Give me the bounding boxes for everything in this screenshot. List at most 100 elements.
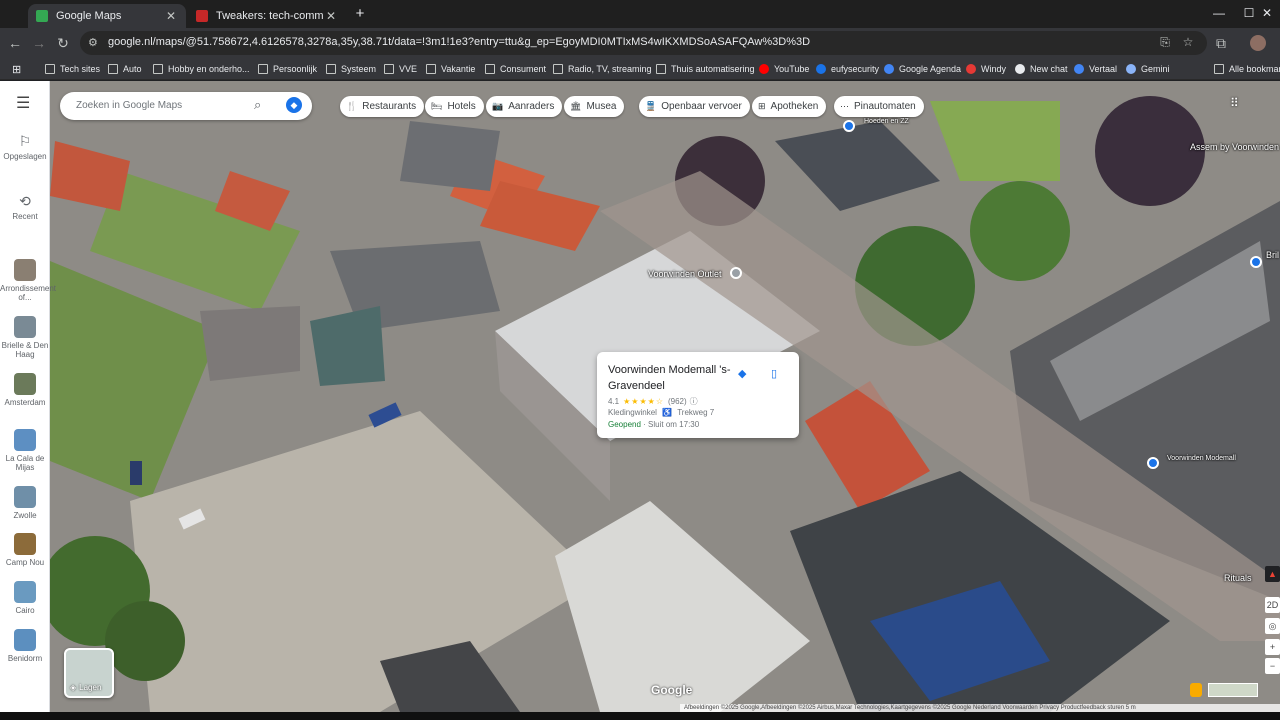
map-label-hoeden[interactable]: Hoeden en ZZ [864,118,909,125]
place-pin-icon[interactable] [843,120,855,132]
info-icon[interactable]: ⓘ [690,396,698,407]
rail-recent[interactable]: ⟲ Recent [0,193,50,221]
bookmark-vertaal[interactable]: Vertaal [1074,61,1117,77]
google-apps-icon[interactable]: ⠿ [1230,96,1244,110]
bookmark-folder[interactable]: Tech sites [45,61,100,77]
chip-hotels[interactable]: 🛏 Hotels [425,96,484,117]
bookmark-windy[interactable]: Windy [966,61,1006,77]
apps-grid-icon[interactable]: ⊞ [12,61,21,77]
chip-openbaar-vervoer[interactable]: 🚆 Openbaar vervoer [639,96,750,117]
recent-place-label: Zwolle [13,511,37,520]
recent-place[interactable]: Benidorm [0,629,50,663]
bookmark-label: Thuis automatisering [671,64,755,74]
directions-icon[interactable]: ◆ [738,367,750,380]
site-info-icon[interactable]: ⚙ [88,36,102,50]
chip-label: Restaurants [362,101,417,112]
bookmark-folder[interactable]: Hobby en onderho... [153,61,250,77]
place-thumbnail [14,533,36,555]
bookmark-all[interactable]: Alle bookmarks [1214,61,1280,77]
bookmark-folder[interactable]: VVE [384,61,417,77]
map-label-voorwinden[interactable]: Voorwinden Modemall [1167,455,1236,462]
chip-label: Apotheken [770,101,819,112]
close-tab-icon[interactable]: ✕ [324,9,338,23]
bookmark-folder[interactable]: Auto [108,61,142,77]
bookmark-folder[interactable]: Consument [485,61,546,77]
bookmark-youtube[interactable]: YouTube [759,61,809,77]
bookmark-label: Tech sites [60,64,101,74]
bookmark-eufysecurity[interactable]: eufysecurity [816,61,879,77]
reload-button[interactable]: ↻ [54,34,72,52]
profile-avatar[interactable] [1250,35,1266,51]
recent-place[interactable]: Cairo [0,581,50,615]
recent-place[interactable]: Brielle & Den Haag [0,316,50,359]
new-tab-button[interactable]: + [352,6,368,22]
place-info-card[interactable]: Voorwinden Modemall 's-Gravendeel ◆ ▯ 4.… [597,352,799,438]
tab-google-maps[interactable]: Google Maps ✕ [28,4,186,28]
tab-title: Google Maps [56,10,122,22]
bookmark-folder[interactable]: Thuis automatisering [656,61,755,77]
layers-button[interactable]: ◈ Lagen [64,648,114,698]
recent-place[interactable]: Amsterdam [0,373,50,407]
pegman-icon[interactable] [1190,683,1202,697]
map-label-bril[interactable]: Bril [1266,250,1279,260]
map-label-rituals[interactable]: Rituals [1224,573,1252,583]
chip-musea[interactable]: 🏛 Musea [564,96,625,117]
extensions-icon[interactable]: ⧉ [1212,34,1230,52]
bookmark-new-chat[interactable]: New chat [1015,61,1068,77]
my-location-icon[interactable]: ◎ [1265,618,1280,634]
folder-icon [553,64,563,74]
search-input[interactable]: Zoeken in Google Maps [76,100,182,111]
map-type-thumbnails[interactable] [1208,683,1258,697]
back-button[interactable]: ← [6,34,24,52]
place-thumbnail [14,629,36,651]
menu-icon[interactable]: ☰ [16,96,34,112]
close-tab-icon[interactable]: ✕ [164,9,178,23]
layers-icon: ◈ [70,683,77,692]
zoom-in-button[interactable]: + [1265,639,1280,655]
save-place-icon[interactable]: ▯ [771,367,783,380]
forward-button[interactable]: → [30,34,48,52]
chip-restaurants[interactable]: 🍴 Restaurants [340,96,425,117]
address-bar[interactable]: ⚙ google.nl/maps/@51.758672,4.6126578,32… [80,31,1207,55]
recent-place[interactable]: La Cala de Mijas [0,429,50,472]
bookmark-folder[interactable]: Systeem [326,61,376,77]
map-label-outlet[interactable]: Voorwinden Outlet [648,269,722,279]
search-icon[interactable]: ⌕ [254,97,270,113]
view-2d-button[interactable]: 2D [1265,597,1280,613]
compass-icon[interactable]: ▲ [1265,566,1280,582]
directions-icon[interactable]: ◆ [286,97,302,113]
bookmark-google-agenda[interactable]: Google Agenda [884,61,961,77]
bookmark-folder[interactable]: Vakantie [426,61,475,77]
zoom-out-button[interactable]: − [1265,658,1280,674]
google-logo: Google [651,683,693,697]
maps-search-box[interactable]: Zoeken in Google Maps ⌕ ◆ [60,92,312,120]
place-pin-icon[interactable] [1250,256,1262,268]
layers-text: Lagen [79,683,102,692]
museum-icon: 🏛 [570,101,582,111]
chip-apotheken[interactable]: ⊞ Apotheken [752,96,827,117]
bookmark-label: VVE [399,64,418,74]
recent-place-label: Arrondissement of... [0,284,57,302]
bookmark-folder[interactable]: Persoonlijk [258,61,317,77]
tab-tweakers[interactable]: Tweakers: tech-community, nie ✕ [188,4,346,28]
recent-place[interactable]: Zwolle [0,486,50,520]
install-app-icon[interactable]: ⎘ [1157,35,1173,50]
recent-place[interactable]: Arrondissement of... [0,259,56,302]
place-category: Kledingwinkel ♿ Trekweg 7 [608,408,714,417]
rail-saved[interactable]: ⚐ Opgeslagen [0,133,50,161]
close-window-icon[interactable]: ✕ [1252,6,1280,20]
place-pin-icon[interactable] [730,267,742,279]
folder-icon [485,64,495,74]
place-pin-icon[interactable] [1147,457,1159,469]
chip-aanraders[interactable]: 📷 Aanraders [486,96,563,117]
chip-label: Musea [586,101,617,112]
bookmark-star-icon[interactable]: ☆ [1180,35,1196,49]
chip-pinautomaten[interactable]: ⋯ Pinautomaten [834,96,924,117]
bookmark-icon: ⚐ [18,133,32,149]
pharmacy-icon: ⊞ [758,101,766,111]
bookmark-folder[interactable]: Radio, TV, streaming [553,61,652,77]
bookmark-gemini[interactable]: Gemini [1126,61,1170,77]
map-label-assem[interactable]: Assem by Voorwinden [1190,142,1279,152]
minimize-icon[interactable]: — [1204,6,1234,20]
recent-place[interactable]: Camp Nou [0,533,50,567]
